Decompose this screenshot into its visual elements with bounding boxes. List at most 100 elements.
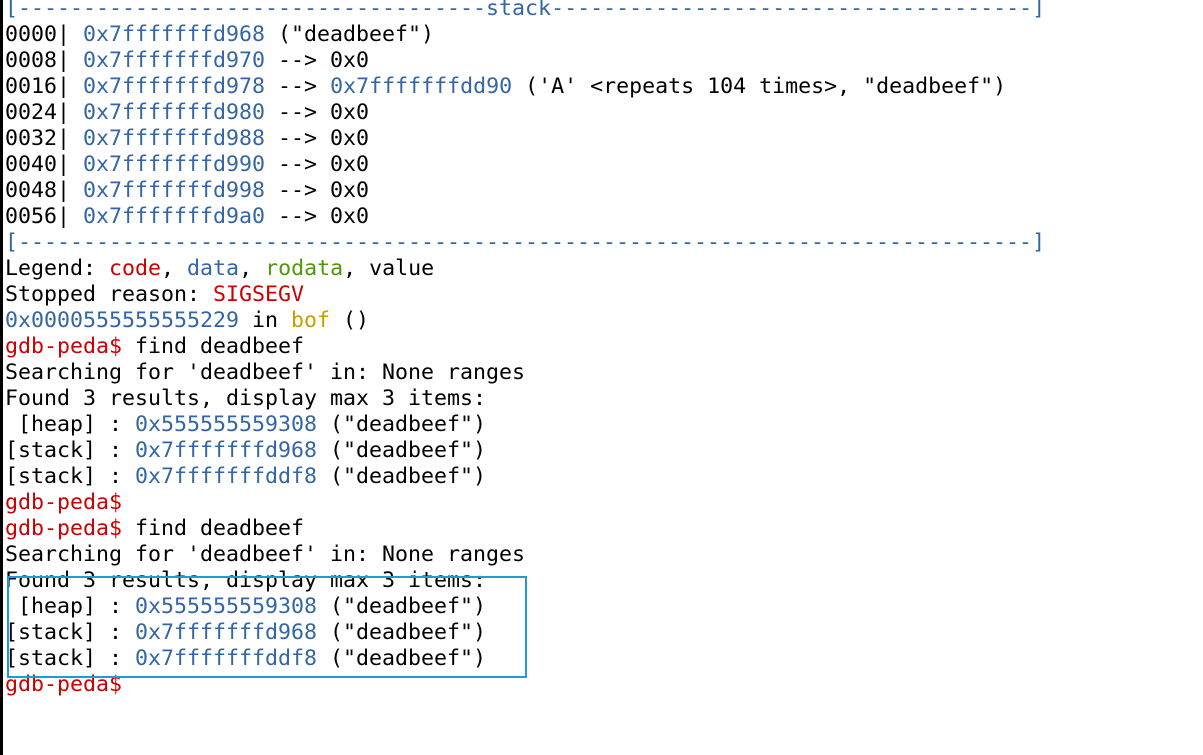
stack-section-label: stack [486,0,552,21]
stack-offset: 0008| [5,48,71,73]
footer-rule: [---------------------------------------… [5,230,1045,256]
result-address: 0x7fffffffddf8 [135,646,318,671]
legend-separator: , [161,256,188,281]
stopped-label: Stopped reason: [5,282,214,307]
location-suffix: () [330,308,370,333]
stack-value: ("deadbeef") [265,22,435,47]
result-address: 0x555555559308 [135,594,318,619]
stack-offset: 0032| [5,126,71,151]
stack-value: ('A' <repeats 104 times>, "deadbeef") [512,74,1007,99]
stack-row: 0016| 0x7fffffffd978 --> 0x7fffffffdd90 … [5,74,1045,100]
result-value: ("deadbeef") [317,646,487,671]
stack-row: 0024| 0x7fffffffd980 --> 0x0 [5,100,1045,126]
result-region: [stack] : [5,620,136,645]
result-region: [heap] : [5,594,136,619]
stack-address: 0x7fffffffd968 [83,22,266,47]
legend-value: value [369,256,435,281]
stack-offset: 0048| [5,178,71,203]
stack-offset: 0024| [5,100,71,125]
stack-value: --> 0x0 [265,100,370,125]
search-result: [stack] : 0x7fffffffd968 ("deadbeef") [5,620,1045,646]
gdb-prompt: gdb-peda$ [5,334,123,359]
gdb-prompt: gdb-peda$ [5,490,123,515]
result-address: 0x7fffffffddf8 [135,464,318,489]
result-address: 0x7fffffffd968 [135,620,318,645]
rule-dashes: ------------------------------------ [18,0,487,21]
result-region: [heap] : [5,412,136,437]
stack-offset: 0056| [5,204,71,229]
stack-row: 0000| 0x7fffffffd968 ("deadbeef") [5,22,1045,48]
stack-row: 0008| 0x7fffffffd970 --> 0x0 [5,48,1045,74]
terminal-left-border [0,0,3,755]
stack-value: --> 0x0 [265,48,370,73]
function-name: bof [291,308,331,333]
bracket-close: ] [1032,0,1046,21]
search-result: [stack] : 0x7fffffffd968 ("deadbeef") [5,438,1045,464]
search-result: [heap] : 0x555555559308 ("deadbeef") [5,412,1045,438]
gdb-prompt: gdb-peda$ [5,672,123,697]
legend-rodata: rodata [265,256,344,281]
stack-offset: 0040| [5,152,71,177]
stack-address: 0x7fffffffd988 [83,126,266,151]
stack-row: 0048| 0x7fffffffd998 --> 0x0 [5,178,1045,204]
search-result: [stack] : 0x7fffffffddf8 ("deadbeef") [5,646,1045,672]
search-result: [heap] : 0x555555559308 ("deadbeef") [5,594,1045,620]
stack-header-rule: [------------------------------------sta… [5,0,1045,22]
rule-dashes: ----------------------------------------… [18,230,1033,255]
command-text: find deadbeef [122,334,305,359]
result-address: 0x555555559308 [135,412,318,437]
bracket-open: [ [5,230,19,255]
result-address: 0x7fffffffd968 [135,438,318,463]
result-region: [stack] : [5,646,136,671]
stack-address: 0x7fffffffd9a0 [83,204,266,229]
found-text: Found 3 results, display max 3 items: [5,386,487,411]
stack-pointer-target: 0x7fffffffdd90 [330,74,513,99]
location-in: in [239,308,292,333]
stack-address: 0x7fffffffd970 [83,48,266,73]
result-region: [stack] : [5,464,136,489]
location-line: 0x0000555555555229 in bof () [5,308,1045,334]
stack-row: 0040| 0x7fffffffd990 --> 0x0 [5,152,1045,178]
search-result: [stack] : 0x7fffffffddf8 ("deadbeef") [5,464,1045,490]
result-value: ("deadbeef") [317,464,487,489]
stack-address: 0x7fffffffd980 [83,100,266,125]
found-text: Found 3 results, display max 3 items: [5,568,487,593]
search-status: Searching for 'deadbeef' in: None ranges [5,360,1045,386]
legend-data: data [187,256,240,281]
bracket-close: ] [1032,230,1046,255]
command-line: gdb-peda$ find deadbeef [5,516,1045,542]
instruction-address: 0x0000555555555229 [5,308,240,333]
stack-value: --> 0x0 [265,204,370,229]
legend-code: code [109,256,162,281]
search-status: Searching for 'deadbeef' in: None ranges [5,542,1045,568]
found-summary: Found 3 results, display max 3 items: [5,386,1045,412]
current-prompt-line[interactable]: gdb-peda$ [5,672,1045,698]
stack-value: --> 0x0 [265,152,370,177]
found-summary: Found 3 results, display max 3 items: [5,568,1045,594]
stack-address: 0x7fffffffd998 [83,178,266,203]
bracket-open: [ [5,0,19,21]
empty-prompt-line: gdb-peda$ [5,490,1045,516]
result-value: ("deadbeef") [317,620,487,645]
stack-address: 0x7fffffffd990 [83,152,266,177]
gdb-terminal[interactable]: [------------------------------------sta… [5,0,1045,698]
stack-row: 0056| 0x7fffffffd9a0 --> 0x0 [5,204,1045,230]
result-value: ("deadbeef") [317,412,487,437]
stack-arrow: --> [265,74,331,99]
rule-dashes: ------------------------------------- [551,0,1033,21]
searching-text: Searching for 'deadbeef' in: None ranges [5,542,526,567]
signal-name: SIGSEGV [213,282,305,307]
legend-label: Legend: [5,256,110,281]
command-text: find deadbeef [122,516,305,541]
result-value: ("deadbeef") [317,594,487,619]
result-region: [stack] : [5,438,136,463]
command-line: gdb-peda$ find deadbeef [5,334,1045,360]
stack-row: 0032| 0x7fffffffd988 --> 0x0 [5,126,1045,152]
result-value: ("deadbeef") [317,438,487,463]
legend-separator: , [343,256,370,281]
legend-line: Legend: code, data, rodata, value [5,256,1045,282]
stack-offset: 0000| [5,22,71,47]
stopped-reason-line: Stopped reason: SIGSEGV [5,282,1045,308]
stack-value: --> 0x0 [265,126,370,151]
stack-value: --> 0x0 [265,178,370,203]
